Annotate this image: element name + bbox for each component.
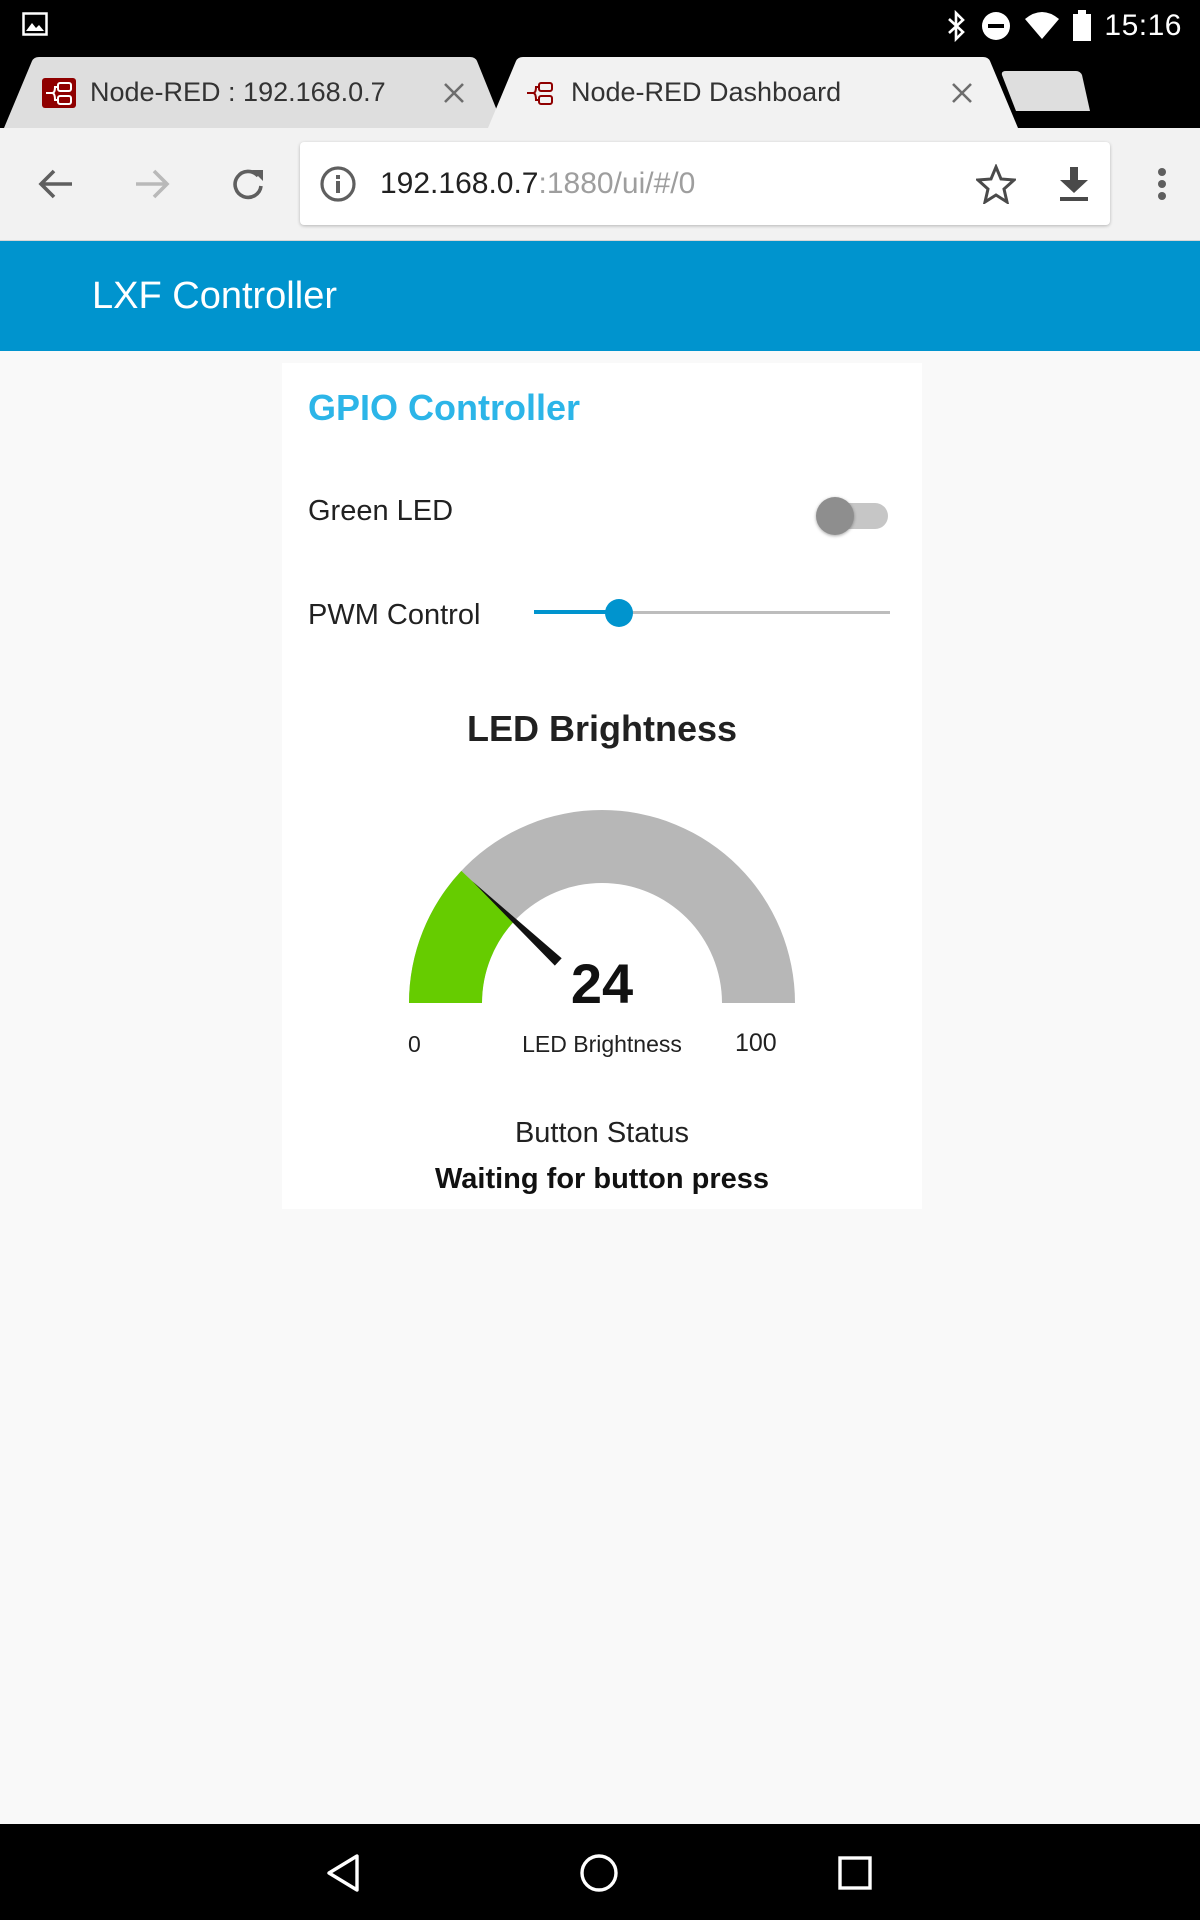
navigation-bar	[0, 1824, 1200, 1920]
tab-strip: Node-RED : 192.168.0.7 Node-RED Dashboar…	[0, 51, 1200, 128]
status-bar: 15:16	[0, 0, 1200, 51]
url-host: 192.168.0.7	[380, 167, 539, 200]
back-triangle-icon[interactable]	[318, 1848, 368, 1898]
star-icon[interactable]	[972, 160, 1020, 208]
tab-node-red-dashboard[interactable]: Node-RED Dashboard	[488, 57, 1018, 128]
dashboard-header: LXF Controller	[0, 241, 1200, 351]
home-circle-icon[interactable]	[574, 1848, 624, 1898]
gauge-units-label: LED Brightness	[522, 1031, 682, 1057]
switch-thumb[interactable]	[816, 497, 854, 535]
node-red-icon	[523, 78, 557, 108]
green-led-switch[interactable]	[816, 491, 892, 535]
gauge-max-label: 100	[735, 1029, 777, 1057]
download-icon[interactable]	[1050, 160, 1098, 208]
image-notification-icon	[22, 12, 48, 36]
info-icon[interactable]	[318, 164, 358, 204]
browser-toolbar: 192.168.0.7:1880/ui/#/0	[0, 128, 1200, 241]
gauge-title: LED Brightness	[466, 708, 738, 749]
tab-title: Node-RED Dashboard	[571, 77, 842, 107]
button-status-value: Waiting for button press	[434, 1163, 769, 1195]
new-tab-button[interactable]	[998, 71, 1092, 111]
battery-icon	[1072, 9, 1092, 42]
forward-icon[interactable]	[124, 156, 180, 212]
button-status-label: Button Status	[514, 1117, 690, 1149]
back-icon[interactable]	[28, 156, 84, 212]
green-led-label: Green LED	[308, 495, 454, 527]
pwm-control-label: PWM Control	[308, 599, 481, 631]
pwm-control-slider[interactable]	[534, 593, 890, 633]
group-title: GPIO Controller	[308, 387, 581, 428]
tab-title: Node-RED : 192.168.0.7	[90, 77, 386, 107]
close-icon[interactable]	[434, 73, 474, 113]
do-not-disturb-icon	[980, 10, 1012, 42]
url-path: :1880/ui/#/0	[538, 167, 696, 200]
address-bar[interactable]: 192.168.0.7:1880/ui/#/0	[300, 142, 1110, 225]
slider-thumb[interactable]	[605, 599, 634, 627]
tab-node-red-editor[interactable]: Node-RED : 192.168.0.7	[4, 57, 504, 128]
node-red-icon	[42, 77, 76, 108]
gauge-value: 24	[570, 952, 634, 1015]
page-title: LXF Controller	[92, 275, 337, 317]
close-icon[interactable]	[942, 73, 982, 113]
clock: 15:16	[1104, 8, 1182, 42]
url-text[interactable]: 192.168.0.7:1880/ui/#/0	[380, 164, 695, 204]
wifi-icon	[1024, 11, 1060, 41]
gpio-controller-card: GPIO Controller Green LED PWM Control LE…	[282, 363, 922, 1209]
overflow-menu-icon[interactable]	[1142, 156, 1182, 212]
recents-square-icon[interactable]	[830, 1848, 880, 1898]
bluetooth-icon	[946, 9, 968, 42]
reload-icon[interactable]	[220, 156, 276, 212]
